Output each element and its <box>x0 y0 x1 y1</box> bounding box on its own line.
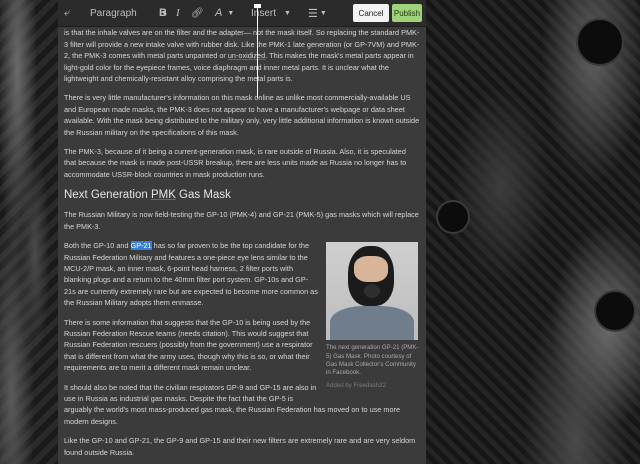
insert-label: Insert <box>251 7 277 19</box>
heading-text: Gas Mask <box>175 189 231 202</box>
editor-toolbar: ⤶ Paragraph ▼ B I 🔗︎ A ▼ Insert ▼ ☰ ▼ Ca… <box>58 0 426 27</box>
gas-mask-filter-shape <box>576 18 624 66</box>
link-icon[interactable]: 🔗︎ <box>191 2 204 24</box>
back-arrow-icon[interactable]: ⤶ <box>64 2 70 24</box>
chevron-down-icon: ▼ <box>319 9 327 17</box>
image-caption: The next generation GP-21 (PMK-5) Gas Ma… <box>326 344 419 377</box>
italic-button[interactable]: I <box>176 2 180 24</box>
image-figure[interactable]: The next generation GP-21 (PMK-5) Gas Ma… <box>326 242 420 391</box>
spellcheck-word: un-oxidized <box>227 51 266 61</box>
background-photo-right <box>426 0 640 464</box>
gas-mask-photo[interactable] <box>326 242 418 341</box>
section-heading[interactable]: Next Generation PMK Gas Mask <box>64 188 420 202</box>
chevron-down-icon: ▼ <box>284 9 291 17</box>
paragraph-text: has so far proven to be the top candidat… <box>64 241 318 308</box>
chevron-down-icon: ▼ <box>227 9 235 17</box>
background-photo-left <box>0 0 58 464</box>
photo-mask-filter <box>364 284 380 299</box>
paragraph-format-dropdown[interactable]: Paragraph ▼ <box>90 2 168 24</box>
selected-text: GP-21 <box>130 241 152 251</box>
paragraph[interactable]: The Russian Military is now field-testin… <box>64 209 420 232</box>
paragraph[interactable]: There is very little manufacturer's info… <box>64 92 420 138</box>
gas-mask-filter-shape <box>594 290 636 332</box>
paragraph[interactable]: The PMK-3, because of it being a current… <box>64 146 420 180</box>
heading-text: Next Generation <box>64 189 151 202</box>
cancel-button[interactable]: Cancel <box>353 4 389 22</box>
spellcheck-word: PMK <box>150 189 176 202</box>
text-color-dropdown[interactable]: A ▼ <box>215 2 234 24</box>
list-icon: ☰ <box>308 7 318 20</box>
image-credit: Added by Freedash22 <box>326 381 386 389</box>
photo-shoulders <box>330 306 414 341</box>
text-cursor-beam <box>257 6 258 98</box>
paragraph-format-label: Paragraph <box>90 7 137 19</box>
gas-mask-filter-shape <box>436 200 470 234</box>
article-body[interactable]: efficiency unlike the old filter sock wh… <box>64 16 420 464</box>
bold-button[interactable]: B <box>159 2 167 24</box>
list-dropdown[interactable]: ☰ ▼ <box>308 2 327 24</box>
photo-mask-visor <box>354 256 388 283</box>
paragraph-text: Both the GP-10 and <box>64 241 131 251</box>
publish-button[interactable]: Publish <box>392 4 422 22</box>
paragraph[interactable]: Like the GP-10 and GP-21, the GP-9 and G… <box>64 435 420 458</box>
article-editor[interactable]: ⤶ Paragraph ▼ B I 🔗︎ A ▼ Insert ▼ ☰ ▼ Ca… <box>58 0 426 464</box>
text-color-label: A <box>215 7 223 19</box>
